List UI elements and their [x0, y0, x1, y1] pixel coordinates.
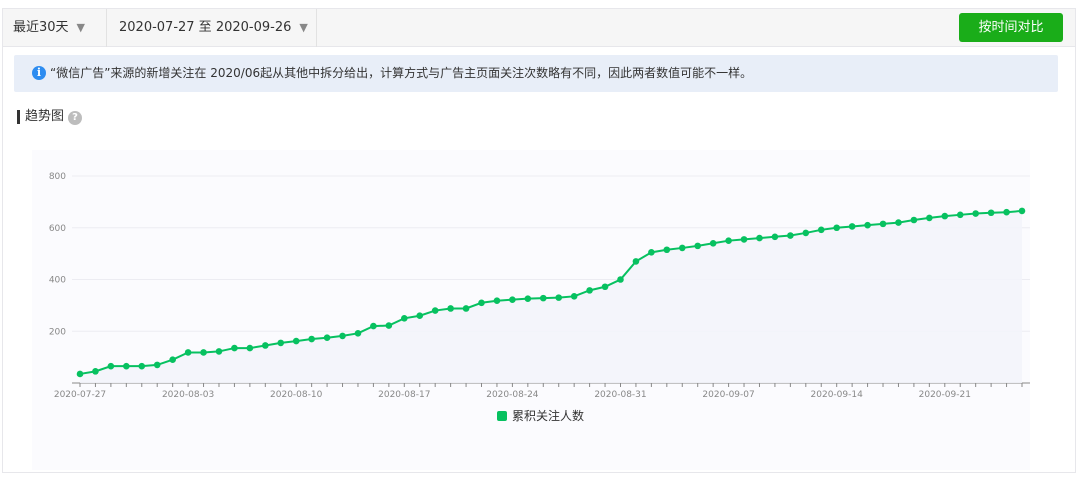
data-point[interactable]: [339, 332, 346, 340]
y-tick-label: 400: [49, 276, 66, 286]
data-point[interactable]: [215, 348, 223, 355]
data-point[interactable]: [323, 334, 331, 342]
data-point[interactable]: [76, 370, 84, 378]
data-point[interactable]: [462, 305, 470, 312]
trend-chart: 200 400 600 800 2020-07-27 2020-08-03 2020-08-…: [32, 150, 1030, 470]
data-point[interactable]: [740, 236, 748, 243]
x-tick-label: 2020-08-24: [486, 390, 539, 400]
data-point[interactable]: [787, 232, 794, 239]
data-point[interactable]: [817, 226, 825, 234]
data-point[interactable]: [756, 234, 763, 242]
data-point[interactable]: [138, 362, 146, 370]
data-point[interactable]: [92, 368, 99, 375]
x-tick-label: 2020-08-10: [270, 390, 323, 400]
data-point[interactable]: [678, 244, 686, 252]
data-point[interactable]: [586, 287, 593, 294]
data-point[interactable]: [262, 342, 269, 349]
data-point[interactable]: [246, 344, 254, 352]
data-point[interactable]: [648, 249, 655, 256]
data-point[interactable]: [802, 229, 810, 237]
data-point[interactable]: [539, 294, 547, 302]
data-point[interactable]: [987, 209, 995, 217]
x-tick-label: 2020-07-27: [54, 390, 106, 400]
data-point[interactable]: [1018, 207, 1026, 215]
x-tick-label: 2020-08-17: [378, 390, 430, 400]
data-point[interactable]: [184, 349, 192, 356]
x-tick-label: 2020-08-03: [162, 390, 214, 400]
x-tick-label: 2020-08-31: [594, 390, 646, 400]
data-point[interactable]: [601, 283, 609, 291]
y-tick-label: 200: [49, 327, 66, 337]
data-point[interactable]: [1003, 208, 1010, 216]
y-tick-label: 600: [49, 224, 66, 234]
data-point[interactable]: [771, 233, 779, 241]
legend-swatch: [497, 411, 507, 421]
y-tick-label: 800: [49, 172, 66, 182]
data-point[interactable]: [153, 361, 161, 369]
data-point[interactable]: [570, 293, 578, 300]
data-point[interactable]: [555, 294, 563, 301]
data-point[interactable]: [956, 211, 964, 219]
data-point[interactable]: [910, 216, 918, 224]
data-point[interactable]: [632, 258, 640, 265]
data-point[interactable]: [292, 337, 300, 345]
data-point[interactable]: [385, 322, 393, 329]
data-point[interactable]: [725, 237, 732, 244]
data-point[interactable]: [926, 214, 933, 222]
data-point[interactable]: [879, 220, 887, 228]
data-point[interactable]: [277, 339, 285, 347]
data-point[interactable]: [493, 297, 501, 305]
data-point[interactable]: [231, 344, 238, 352]
data-point[interactable]: [663, 246, 671, 254]
data-point[interactable]: [416, 312, 424, 320]
data-point[interactable]: [308, 335, 315, 343]
data-point[interactable]: [400, 315, 408, 322]
x-tick-label: 2020-09-14: [811, 390, 864, 400]
data-point[interactable]: [941, 212, 949, 220]
data-point[interactable]: [833, 224, 840, 232]
data-point[interactable]: [848, 223, 856, 230]
data-point[interactable]: [617, 276, 624, 283]
data-point[interactable]: [123, 362, 130, 370]
legend-label[interactable]: 累积关注人数: [512, 408, 584, 423]
data-point[interactable]: [972, 210, 979, 217]
data-point[interactable]: [200, 349, 207, 356]
data-point[interactable]: [864, 221, 871, 229]
data-point[interactable]: [431, 307, 439, 314]
data-point[interactable]: [354, 330, 362, 337]
x-tick-label: 2020-09-21: [919, 390, 971, 400]
data-point[interactable]: [895, 219, 902, 226]
data-point[interactable]: [370, 322, 377, 330]
data-point[interactable]: [169, 356, 176, 364]
data-point[interactable]: [447, 305, 454, 312]
x-tick-label: 2020-09-07: [702, 390, 754, 400]
data-point[interactable]: [478, 299, 485, 307]
data-point[interactable]: [107, 362, 115, 370]
data-point[interactable]: [694, 242, 702, 250]
data-point[interactable]: [524, 295, 532, 302]
data-point[interactable]: [709, 239, 717, 247]
data-point[interactable]: [509, 296, 516, 303]
